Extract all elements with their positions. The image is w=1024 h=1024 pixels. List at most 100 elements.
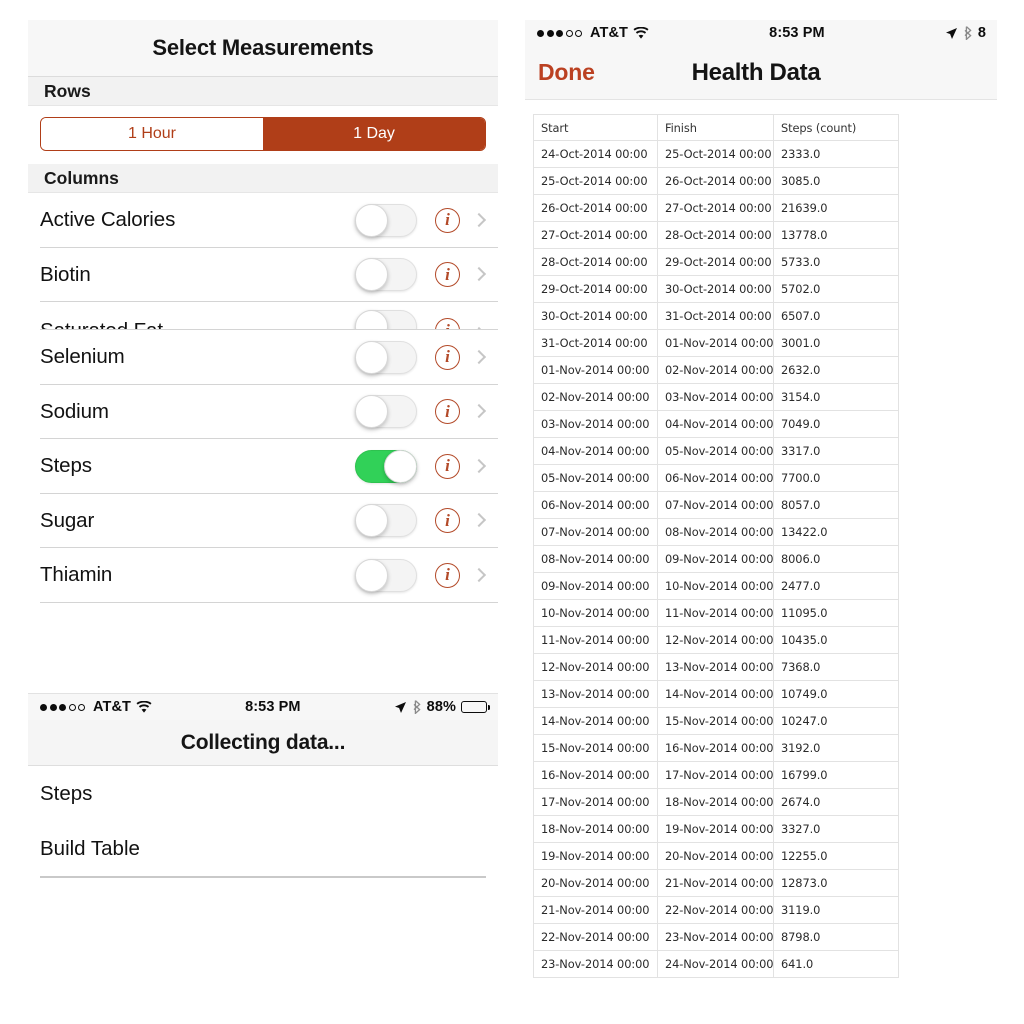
chevron-right-icon[interactable] (474, 458, 484, 475)
chevron-right-icon[interactable] (474, 512, 484, 529)
table-row: 03-Nov-2014 00:00 04-Nov-2014 00:00 7049.0 (533, 410, 899, 438)
collecting-status-title: Collecting data... (180, 730, 346, 754)
cell-start: 12-Nov-2014 00:00 (533, 653, 658, 681)
cell-finish: 04-Nov-2014 00:00 (657, 410, 774, 438)
table-row[interactable]: Thiamin i (28, 548, 498, 603)
carrier-label: AT&T (93, 699, 131, 715)
done-button[interactable]: Done (538, 59, 595, 86)
section-header-columns: Columns (28, 164, 498, 193)
cell-finish: 17-Nov-2014 00:00 (657, 761, 774, 789)
info-icon[interactable]: i (435, 453, 460, 479)
measurement-toggle[interactable] (355, 203, 417, 237)
table-row[interactable]: Sugar i (28, 493, 498, 548)
table-row: 08-Nov-2014 00:00 09-Nov-2014 00:00 8006.0 (533, 545, 899, 573)
screenshot-root: Select Measurements Rows 1 Hour 1 Day Co… (0, 0, 1024, 1024)
status-bar-right: 8 (945, 25, 986, 41)
cell-start: 13-Nov-2014 00:00 (533, 680, 658, 708)
cell-finish: 28-Oct-2014 00:00 (657, 221, 774, 249)
cell-start: 04-Nov-2014 00:00 (533, 437, 658, 465)
section-header-rows: Rows (28, 77, 498, 106)
health-data-table: Start Finish Steps (count) 24-Oct-2014 0… (533, 114, 899, 978)
measurement-label: Thiamin (40, 563, 113, 587)
cell-finish: 22-Nov-2014 00:00 (657, 896, 774, 924)
cell-steps: 2674.0 (773, 788, 899, 816)
wifi-icon (633, 26, 649, 40)
cell-steps: 11095.0 (773, 599, 899, 627)
cell-start: 28-Oct-2014 00:00 (533, 248, 658, 276)
cell-finish: 24-Nov-2014 00:00 (657, 950, 774, 978)
cell-start: 11-Nov-2014 00:00 (533, 626, 658, 654)
info-icon[interactable]: i (435, 344, 460, 370)
cell-steps: 3085.0 (773, 167, 899, 195)
list-item-build-table[interactable]: Build Table (28, 821, 498, 876)
cell-start: 01-Nov-2014 00:00 (533, 356, 658, 384)
cell-start: 30-Oct-2014 00:00 (533, 302, 658, 330)
info-icon[interactable]: i (435, 562, 460, 588)
info-icon[interactable]: i (435, 207, 460, 233)
rows-interval-segmented-control[interactable]: 1 Hour 1 Day (40, 117, 486, 151)
chevron-right-icon[interactable] (474, 212, 484, 229)
right-status-bar: AT&T 8:53 PM 8 (525, 20, 997, 46)
cell-start: 16-Nov-2014 00:00 (533, 761, 658, 789)
cell-steps: 3154.0 (773, 383, 899, 411)
table-row: 27-Oct-2014 00:00 28-Oct-2014 00:00 13778.… (533, 221, 899, 249)
table-row: 22-Nov-2014 00:00 23-Nov-2014 00:00 8798.0 (533, 923, 899, 951)
list-item-steps[interactable]: Steps (28, 766, 498, 821)
segment-1-hour[interactable]: 1 Hour (41, 118, 263, 150)
cell-finish: 11-Nov-2014 00:00 (657, 599, 774, 627)
chevron-right-icon[interactable] (474, 349, 484, 366)
cell-steps: 7049.0 (773, 410, 899, 438)
cell-finish: 09-Nov-2014 00:00 (657, 545, 774, 573)
carrier-label: AT&T (590, 25, 628, 41)
info-icon[interactable]: i (435, 262, 460, 288)
chevron-right-icon[interactable] (474, 403, 484, 420)
table-header-row: Start Finish Steps (count) (533, 114, 899, 141)
wifi-icon (136, 700, 152, 714)
cell-steps: 2333.0 (773, 140, 899, 168)
cell-start: 18-Nov-2014 00:00 (533, 815, 658, 843)
cell-start: 08-Nov-2014 00:00 (533, 545, 658, 573)
cell-finish: 19-Nov-2014 00:00 (657, 815, 774, 843)
cell-finish: 05-Nov-2014 00:00 (657, 437, 774, 465)
cell-start: 24-Oct-2014 00:00 (533, 140, 658, 168)
battery-percent-label: 8 (977, 25, 986, 41)
table-row[interactable]: Active Calories i (28, 193, 498, 248)
table-row[interactable]: Biotin i (28, 247, 498, 302)
table-row[interactable]: Steps i (28, 439, 498, 494)
cell-start: 19-Nov-2014 00:00 (533, 842, 658, 870)
measurement-toggle[interactable] (355, 395, 417, 429)
select-measurements-screen: Select Measurements Rows 1 Hour 1 Day Co… (28, 20, 498, 886)
cell-start: 14-Nov-2014 00:00 (533, 707, 658, 735)
cell-steps: 641.0 (773, 950, 899, 978)
table-row[interactable]: Selenium i (28, 330, 498, 385)
measurement-list: Active Calories i Biotin i Saturated Fat (28, 193, 498, 603)
info-icon[interactable]: i (435, 508, 460, 534)
measurement-toggle[interactable] (355, 340, 417, 374)
location-arrow-icon (945, 27, 958, 40)
table-row: 29-Oct-2014 00:00 30-Oct-2014 00:00 5702.0 (533, 275, 899, 303)
measurement-toggle[interactable] (355, 258, 417, 292)
measurement-toggle[interactable] (355, 504, 417, 538)
table-row: 13-Nov-2014 00:00 14-Nov-2014 00:00 10749.… (533, 680, 899, 708)
chevron-right-icon[interactable] (474, 567, 484, 584)
measurement-toggle[interactable] (355, 558, 417, 592)
toggle-knob (355, 203, 388, 237)
info-icon[interactable]: i (435, 399, 460, 425)
toggle-knob (355, 258, 388, 292)
table-row: 20-Nov-2014 00:00 21-Nov-2014 00:00 12873.… (533, 869, 899, 897)
table-row: 16-Nov-2014 00:00 17-Nov-2014 00:00 16799.… (533, 761, 899, 789)
table-row[interactable]: Saturated Fat i (28, 302, 498, 330)
cell-finish: 06-Nov-2014 00:00 (657, 464, 774, 492)
chevron-right-icon[interactable] (474, 266, 484, 283)
segment-1-day[interactable]: 1 Day (263, 118, 485, 150)
table-row[interactable]: Sodium i (28, 384, 498, 439)
cell-finish: 21-Nov-2014 00:00 (657, 869, 774, 897)
table-row: 28-Oct-2014 00:00 29-Oct-2014 00:00 5733.0 (533, 248, 899, 276)
table-row: 25-Oct-2014 00:00 26-Oct-2014 00:00 3085.0 (533, 167, 899, 195)
measurement-label: Sugar (40, 508, 95, 532)
cell-steps: 12255.0 (773, 842, 899, 870)
info-icon[interactable]: i (435, 318, 460, 330)
measurement-toggle[interactable] (355, 310, 417, 330)
toggle-knob (355, 504, 388, 538)
measurement-toggle[interactable] (355, 449, 417, 483)
